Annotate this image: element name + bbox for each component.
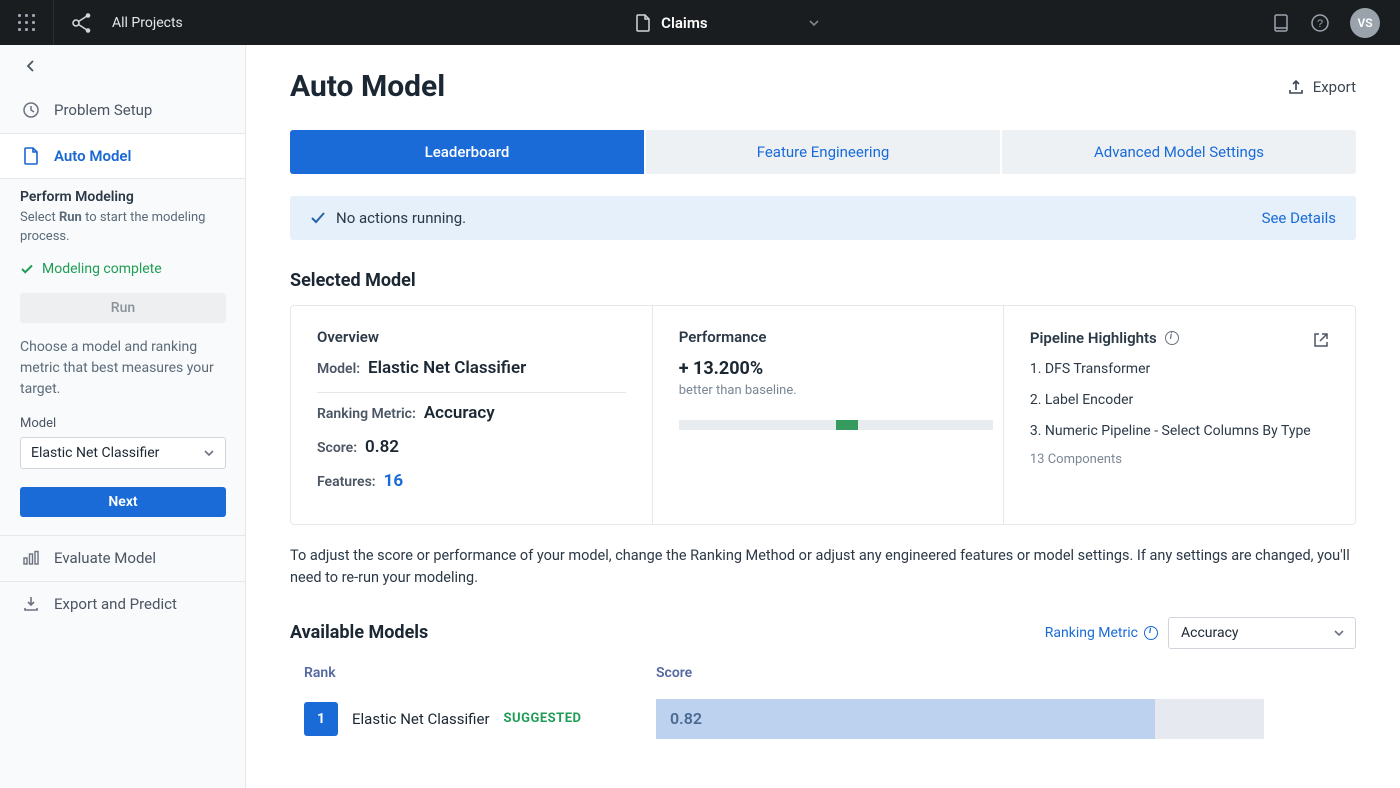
sidebar: Problem Setup Auto Model Perform Modelin…: [0, 45, 246, 788]
perform-modeling-title: Perform Modeling: [20, 189, 225, 205]
chevron-down-icon: [1333, 627, 1345, 639]
selected-model-title: Selected Model: [290, 270, 1356, 291]
col-rank: Rank: [304, 665, 656, 681]
download-icon: [22, 595, 40, 613]
nav-label: Evaluate Model: [54, 549, 156, 567]
file-icon: [635, 14, 651, 32]
suggested-badge: SUGGESTED: [504, 711, 582, 726]
ranking-metric-select[interactable]: Accuracy: [1168, 617, 1356, 649]
model-select-value: Elastic Net Classifier: [31, 445, 159, 461]
model-row[interactable]: 1 Elastic Net Classifier SUGGESTED 0.82: [290, 695, 1356, 743]
adjust-note: To adjust the score or performance of yo…: [290, 545, 1356, 589]
notice-text: No actions running.: [336, 209, 466, 227]
col-score: Score: [656, 665, 1342, 681]
check-icon: [20, 262, 34, 276]
document-selector[interactable]: Claims: [595, 10, 859, 36]
chart-icon: [22, 550, 40, 566]
pipeline-list: 1. DFS Transformer 2. Label Encoder 3. N…: [1030, 354, 1329, 446]
topbar: All Projects Claims ? VS: [0, 0, 1400, 45]
nav-auto-model[interactable]: Auto Model: [0, 133, 245, 179]
performance-head: Performance: [679, 328, 977, 346]
info-icon[interactable]: [1144, 626, 1158, 640]
see-details-link[interactable]: See Details: [1262, 209, 1336, 227]
nav-problem-setup[interactable]: Problem Setup: [0, 87, 245, 133]
export-button[interactable]: Export: [1287, 78, 1356, 96]
main-content: Auto Model Export Leaderboard Feature En…: [246, 45, 1400, 788]
tabs: Leaderboard Feature Engineering Advanced…: [290, 130, 1356, 174]
collapse-sidebar-button[interactable]: [0, 45, 245, 87]
chevron-down-icon: [203, 447, 215, 459]
next-button[interactable]: Next: [20, 487, 226, 517]
run-button[interactable]: Run: [20, 293, 226, 323]
nav-evaluate-model[interactable]: Evaluate Model: [0, 536, 245, 582]
model-select[interactable]: Elastic Net Classifier: [20, 437, 226, 469]
features-link[interactable]: 16: [384, 471, 404, 491]
ranking-metric-value: Accuracy: [424, 403, 495, 423]
user-avatar[interactable]: VS: [1350, 8, 1380, 38]
chevron-left-icon: [26, 60, 36, 72]
check-icon: [310, 210, 326, 226]
help-text: Choose a model and ranking metric that b…: [0, 337, 245, 400]
selected-model-card: Overview Model:Elastic Net Classifier Ra…: [290, 305, 1356, 525]
nav-label: Problem Setup: [54, 101, 152, 119]
ranking-metric-label: Ranking Metric: [1045, 625, 1158, 641]
nav-export-predict[interactable]: Export and Predict: [0, 582, 245, 628]
svg-text:?: ?: [1317, 18, 1323, 30]
notice-bar: No actions running. See Details: [290, 196, 1356, 240]
notebook-icon[interactable]: [1272, 13, 1290, 33]
nav-label: Auto Model: [54, 147, 131, 165]
document-name: Claims: [661, 14, 707, 32]
breadcrumb-all-projects[interactable]: All Projects: [108, 15, 183, 31]
app-switcher-icon[interactable]: [0, 0, 54, 45]
score-bar: 0.82: [656, 699, 1342, 739]
open-external-icon[interactable]: [1313, 328, 1329, 348]
page-title: Auto Model: [290, 69, 445, 104]
chevron-down-icon: [808, 17, 820, 29]
rank-chip: 1: [304, 702, 338, 736]
file-icon: [22, 147, 40, 165]
model-field-label: Model: [0, 400, 245, 437]
tab-leaderboard[interactable]: Leaderboard: [290, 130, 644, 174]
models-table-header: Rank Score: [290, 665, 1356, 695]
upload-icon: [1287, 78, 1305, 96]
nav-label: Export and Predict: [54, 595, 177, 613]
perform-modeling-hint: Select Run to start the modeling process…: [20, 209, 225, 247]
help-icon[interactable]: ?: [1310, 13, 1330, 33]
modeling-status: Modeling complete: [0, 251, 245, 289]
performance-delta: + 13.200%: [679, 358, 977, 379]
model-value: Elastic Net Classifier: [368, 358, 526, 378]
score-value: 0.82: [365, 437, 399, 457]
performance-sub: better than baseline.: [679, 383, 977, 398]
model-name: Elastic Net Classifier: [352, 710, 490, 728]
pipeline-head: Pipeline Highlights: [1030, 329, 1157, 347]
tab-advanced-settings[interactable]: Advanced Model Settings: [1002, 130, 1356, 174]
info-icon[interactable]: [1165, 331, 1179, 345]
pipeline-count[interactable]: 13 Components: [1030, 452, 1329, 467]
available-models-title: Available Models: [290, 622, 428, 643]
overview-head: Overview: [317, 328, 626, 346]
tab-feature-engineering[interactable]: Feature Engineering: [646, 130, 1000, 174]
clock-icon: [22, 101, 40, 119]
app-logo-icon[interactable]: [54, 11, 108, 35]
performance-bar: [679, 420, 993, 430]
